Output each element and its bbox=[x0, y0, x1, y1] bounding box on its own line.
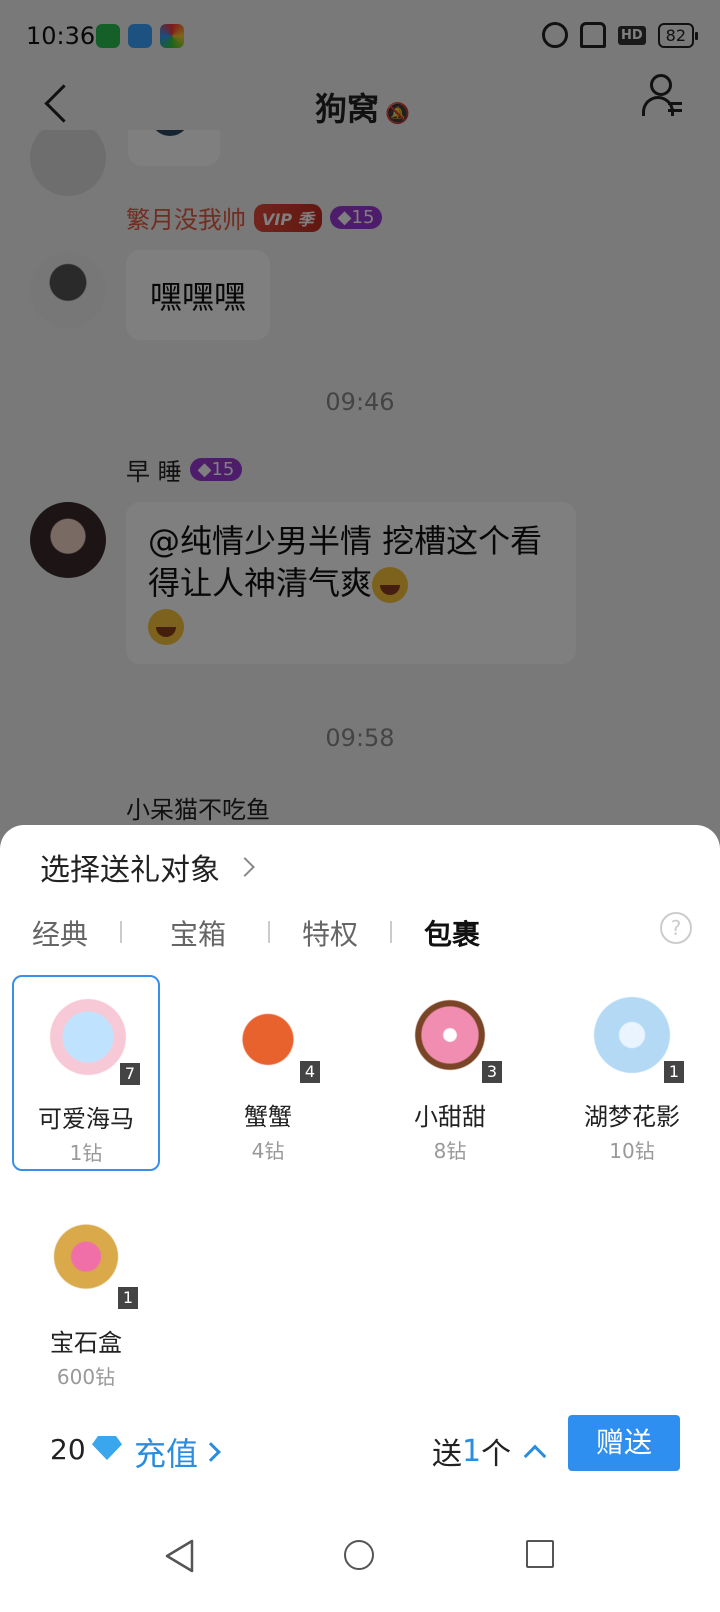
gift-name: 湖梦花影 bbox=[584, 1103, 680, 1131]
gift-price: 600钻 bbox=[56, 1365, 116, 1389]
select-recipient-label: 选择送礼对象 bbox=[40, 853, 220, 888]
gift-item[interactable]: 7 可爱海马 1钻 bbox=[12, 975, 160, 1171]
gift-count-badge: 4 bbox=[300, 1061, 320, 1083]
gift-count-badge: 1 bbox=[118, 1287, 138, 1309]
recharge-button[interactable]: 充值 bbox=[134, 1429, 221, 1475]
tab-divider bbox=[268, 921, 270, 943]
gift-count-badge: 7 bbox=[120, 1063, 140, 1085]
gift-count-badge: 1 bbox=[664, 1061, 684, 1083]
flower-orb-icon bbox=[588, 991, 676, 1079]
chevron-right-icon bbox=[201, 1442, 221, 1462]
select-recipient-button[interactable]: 选择送礼对象 bbox=[40, 845, 255, 889]
tab-backpack[interactable]: 包裹 bbox=[424, 913, 480, 953]
chevron-up-icon bbox=[523, 1444, 547, 1468]
send-count: 1 bbox=[462, 1433, 482, 1469]
tab-treasure-box[interactable]: 宝箱 bbox=[170, 913, 226, 953]
gift-name: 蟹蟹 bbox=[244, 1103, 292, 1131]
gift-item[interactable]: 1 湖梦花影 10钻 bbox=[558, 975, 706, 1171]
crab-icon bbox=[224, 991, 312, 1079]
gift-panel: 选择送礼对象 经典 宝箱 特权 包裹 ? 7 可爱海马 1钻 4 蟹蟹 4钻 3… bbox=[0, 825, 720, 1612]
diamond-icon bbox=[92, 1436, 122, 1460]
gift-tabs: 经典 宝箱 特权 包裹 bbox=[0, 913, 720, 963]
tab-privilege[interactable]: 特权 bbox=[302, 913, 358, 953]
gem-box-icon bbox=[42, 1217, 130, 1305]
gift-price: 8钻 bbox=[433, 1139, 467, 1163]
gift-name: 宝石盒 bbox=[50, 1329, 122, 1357]
gift-action-bar: 20 充值 送1个 赠送 bbox=[0, 1415, 720, 1485]
gift-item[interactable]: 4 蟹蟹 4钻 bbox=[194, 975, 342, 1171]
send-quantity-selector[interactable]: 送1个 bbox=[432, 1429, 547, 1473]
nav-home-icon[interactable] bbox=[344, 1540, 374, 1570]
give-gift-button[interactable]: 赠送 bbox=[568, 1415, 680, 1471]
gift-count-badge: 3 bbox=[482, 1061, 502, 1083]
gift-price: 4钻 bbox=[251, 1139, 285, 1163]
recharge-label: 充值 bbox=[134, 1435, 199, 1473]
tab-classic[interactable]: 经典 bbox=[32, 913, 88, 953]
gift-item[interactable]: 1 宝石盒 600钻 bbox=[12, 1201, 160, 1397]
gift-name: 小甜甜 bbox=[414, 1103, 486, 1131]
tab-divider bbox=[120, 921, 122, 943]
tab-divider bbox=[390, 921, 392, 943]
donut-icon bbox=[406, 991, 494, 1079]
diamond-balance: 20 bbox=[50, 1433, 86, 1466]
seahorse-icon bbox=[44, 993, 132, 1081]
gift-item[interactable]: 3 小甜甜 8钻 bbox=[376, 975, 524, 1171]
gift-name: 可爱海马 bbox=[38, 1105, 134, 1133]
help-icon[interactable]: ? bbox=[660, 912, 692, 944]
chevron-right-icon bbox=[235, 857, 255, 877]
gift-price: 10钻 bbox=[609, 1139, 655, 1163]
nav-recent-apps-icon[interactable] bbox=[526, 1540, 554, 1568]
system-navigation-bar bbox=[0, 1524, 720, 1612]
gift-price: 1钻 bbox=[69, 1141, 103, 1165]
nav-back-icon[interactable] bbox=[164, 1538, 196, 1574]
